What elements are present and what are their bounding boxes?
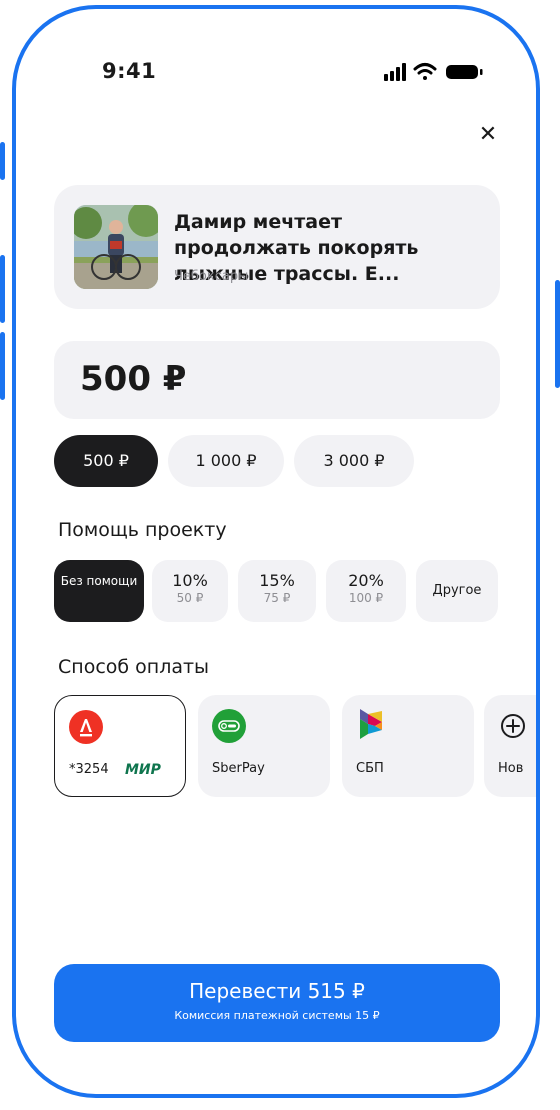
tip-sum: 100 ₽ [348,591,384,605]
status-time: 9:41 [102,59,157,83]
tip-percent: 15% [259,571,295,590]
preset-label: 500 ₽ [83,451,129,470]
payment-label: СБП [356,761,384,776]
payment-sbp[interactable]: СБП [342,695,474,797]
power-button [555,280,560,388]
preset-500-button[interactable]: 500 ₽ [54,435,158,487]
payment-section-title: Способ оплаты [58,656,210,678]
add-card-icon [501,714,525,738]
wifi-icon [413,63,437,80]
tip-label: Другое [432,583,482,598]
silent-switch [0,142,5,180]
tip-percent: 10% [172,571,208,590]
volume-up-button [0,255,5,323]
alfa-bank-icon [69,710,103,744]
tip-20-button[interactable]: 20% 100 ₽ [326,560,406,622]
project-city: Чебоксары [174,269,249,284]
tip-percent: 20% [348,571,384,590]
tip-other-button[interactable]: Другое [416,560,498,622]
battery-icon [446,65,483,79]
amount-input[interactable]: 500 ₽ [54,341,500,419]
tip-none-button[interactable]: Без помощи [54,560,144,622]
project-photo [74,205,158,289]
close-icon[interactable]: ✕ [472,119,504,151]
phone-frame: 9:41 ✕ Дамир мечтает продолжать покорять… [12,5,540,1098]
preset-3000-button[interactable]: 3 000 ₽ [294,435,414,487]
payment-label: Нов [498,761,524,776]
payment-add-card[interactable]: Нов [484,695,536,797]
preset-label: 1 000 ₽ [195,451,257,470]
tip-section-title: Помощь проекту [58,519,227,541]
sbp-icon [360,709,382,739]
volume-down-button [0,332,5,400]
tip-label: Без помощи [60,574,138,588]
transfer-button[interactable]: Перевести 515 ₽ Комиссия платежной систе… [54,964,500,1042]
transfer-title: Перевести 515 ₽ [189,979,365,1003]
payment-sberpay[interactable]: SberPay [198,695,330,797]
tip-sum: 75 ₽ [263,591,291,605]
mir-logo: МИР [125,762,161,778]
payment-label: *3254 [69,762,109,777]
preset-1000-button[interactable]: 1 000 ₽ [168,435,284,487]
preset-label: 3 000 ₽ [323,451,385,470]
amount-value: 500 ₽ [80,359,187,399]
payment-card-alfa[interactable]: *3254 МИР [54,695,186,797]
signal-icon [384,63,406,81]
payment-label: SberPay [212,761,265,776]
status-icons [384,63,483,81]
tip-15-button[interactable]: 15% 75 ₽ [238,560,316,622]
tip-sum: 50 ₽ [176,591,204,605]
status-bar: 9:41 [16,9,536,119]
sberpay-icon [212,709,246,743]
tip-10-button[interactable]: 10% 50 ₽ [152,560,228,622]
project-card[interactable]: Дамир мечтает продолжать покорять лыжные… [54,185,500,309]
transfer-subtitle: Комиссия платежной системы 15 ₽ [174,1009,380,1022]
